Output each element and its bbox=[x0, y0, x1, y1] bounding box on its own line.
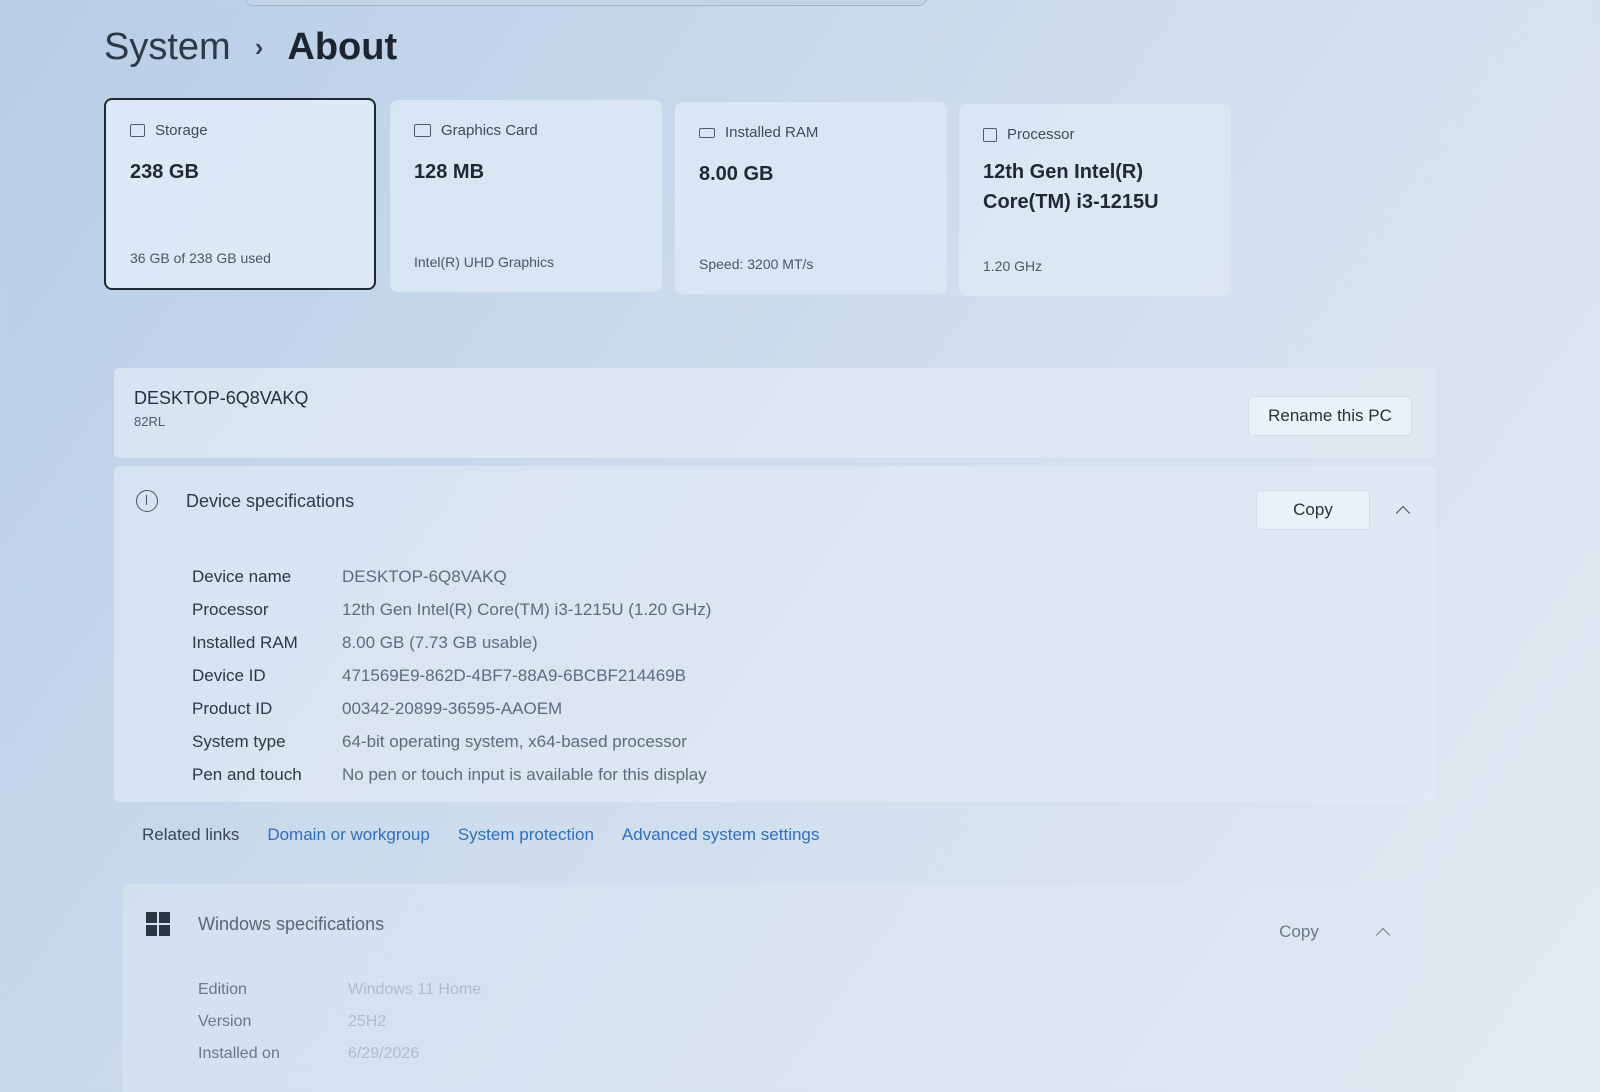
copy-device-specs-button[interactable]: Copy bbox=[1256, 490, 1370, 530]
spec-key: Pen and touch bbox=[192, 764, 302, 784]
processor-icon bbox=[983, 127, 997, 142]
spec-value: DESKTOP-6Q8VAKQ bbox=[342, 566, 507, 586]
installed-ram-card[interactable]: Installed RAM 8.00 GB Speed: 3200 MT/s bbox=[675, 102, 947, 294]
search-box-edge[interactable] bbox=[245, 0, 927, 6]
pc-name: DESKTOP-6Q8VAKQ bbox=[134, 388, 309, 408]
spec-value: Windows 11 Home bbox=[348, 981, 482, 998]
section-title[interactable]: Windows specifications bbox=[198, 914, 384, 935]
spec-row: System type 64-bit operating system, x64-… bbox=[192, 725, 711, 758]
card-label: Graphics Card bbox=[441, 122, 538, 139]
spec-value: 12th Gen Intel(R) Core(TM) i3-1215U (1.2… bbox=[342, 599, 712, 619]
processor-card[interactable]: Processor 12th Gen Intel(R) Core(TM) i3-… bbox=[959, 104, 1231, 296]
windows-specifications-section: Windows specifications Copy Edition Windo… bbox=[122, 884, 1422, 1092]
spec-key: Product ID bbox=[192, 698, 273, 718]
card-sub: Intel(R) UHD Graphics bbox=[414, 254, 555, 270]
spec-key: Installed RAM bbox=[192, 632, 298, 652]
rename-pc-button[interactable]: Rename this PC bbox=[1248, 396, 1412, 436]
spec-value: 6/29/2026 bbox=[348, 1045, 420, 1062]
device-specs-list: Device name DESKTOP-6Q8VAKQ Processor 12th… bbox=[192, 560, 711, 791]
related-links: Related links Domain or workgroup System… bbox=[142, 825, 819, 845]
spec-row: Installed on 6/29/2026 bbox=[198, 1038, 481, 1070]
graphics-card-icon bbox=[414, 124, 431, 137]
card-label: Storage bbox=[155, 122, 208, 139]
storage-card[interactable]: Storage 238 GB 36 GB of 238 GB used bbox=[104, 98, 376, 290]
spec-key: Installed on bbox=[198, 1045, 280, 1062]
advanced-system-settings-link[interactable]: Advanced system settings bbox=[622, 825, 819, 845]
pc-model: 82RL bbox=[134, 414, 166, 429]
ram-icon bbox=[699, 127, 715, 138]
page-title: About bbox=[287, 26, 398, 68]
spec-key: Version bbox=[198, 1013, 252, 1030]
info-icon bbox=[136, 490, 158, 512]
copy-windows-specs-button[interactable]: Copy bbox=[1242, 912, 1356, 952]
card-value: 8.00 GB bbox=[699, 163, 774, 185]
spec-key: Device ID bbox=[192, 665, 266, 685]
card-sub: 1.20 GHz bbox=[983, 258, 1043, 274]
spec-key: System type bbox=[192, 731, 286, 751]
spec-value: 00342-20899-36595-AAOEM bbox=[342, 698, 563, 718]
breadcrumb: System › About bbox=[104, 26, 397, 69]
spec-key: Device name bbox=[192, 566, 292, 586]
chevron-up-icon[interactable] bbox=[1375, 927, 1391, 943]
spec-value: 471569E9-862D-4BF7-88A9-6BCBF214469B bbox=[342, 665, 687, 685]
spec-row: Device name DESKTOP-6Q8VAKQ bbox=[192, 560, 711, 593]
windows-logo-icon bbox=[146, 912, 170, 936]
card-value: 128 MB bbox=[414, 161, 485, 183]
chevron-up-icon[interactable] bbox=[1395, 505, 1411, 521]
card-value: 238 GB bbox=[130, 161, 199, 183]
spec-row: Device ID 471569E9-862D-4BF7-88A9-6BCBF21… bbox=[192, 659, 711, 692]
card-sub: Speed: 3200 MT/s bbox=[699, 256, 814, 272]
windows-specs-list: Edition Windows 11 Home Version 25H2 Insta… bbox=[198, 974, 481, 1070]
spec-row: Version 25H2 bbox=[198, 1006, 481, 1038]
spec-value: 64-bit operating system, x64-based proce… bbox=[342, 731, 687, 751]
card-value-line2: Core(TM) i3-1215U bbox=[983, 191, 1159, 213]
system-protection-link[interactable]: System protection bbox=[458, 825, 594, 845]
spec-value: 8.00 GB (7.73 GB usable) bbox=[342, 632, 538, 652]
section-title[interactable]: Device specifications bbox=[186, 491, 354, 512]
spec-value: No pen or touch input is available for t… bbox=[342, 764, 707, 784]
spec-value: 25H2 bbox=[348, 1013, 387, 1030]
spec-row: Installed RAM 8.00 GB (7.73 GB usable) bbox=[192, 626, 711, 659]
pc-name-section: DESKTOP-6Q8VAKQ 82RL Rename this PC bbox=[114, 368, 1436, 458]
card-value-line1: 12th Gen Intel(R) bbox=[983, 161, 1144, 183]
card-sub: 36 GB of 238 GB used bbox=[130, 250, 271, 266]
spec-row: Pen and touch No pen or touch input is av… bbox=[192, 758, 711, 791]
card-label: Processor bbox=[1007, 126, 1075, 143]
storage-icon bbox=[130, 124, 145, 137]
breadcrumb-separator: › bbox=[254, 32, 264, 62]
spec-row: Edition Windows 11 Home bbox=[198, 974, 481, 1006]
domain-workgroup-link[interactable]: Domain or workgroup bbox=[267, 825, 430, 845]
spec-row: Processor 12th Gen Intel(R) Core(TM) i3-1… bbox=[192, 593, 711, 626]
breadcrumb-system[interactable]: System bbox=[104, 26, 231, 69]
spec-row: Product ID 00342-20899-36595-AAOEM bbox=[192, 692, 711, 725]
graphics-card-card[interactable]: Graphics Card 128 MB Intel(R) UHD Graphi… bbox=[390, 100, 662, 292]
device-specifications-section: Device specifications Copy Device name DE… bbox=[114, 466, 1436, 802]
spec-key: Edition bbox=[198, 981, 247, 998]
spec-key: Processor bbox=[192, 599, 269, 619]
related-links-label: Related links bbox=[142, 825, 240, 844]
card-label: Installed RAM bbox=[725, 124, 819, 141]
